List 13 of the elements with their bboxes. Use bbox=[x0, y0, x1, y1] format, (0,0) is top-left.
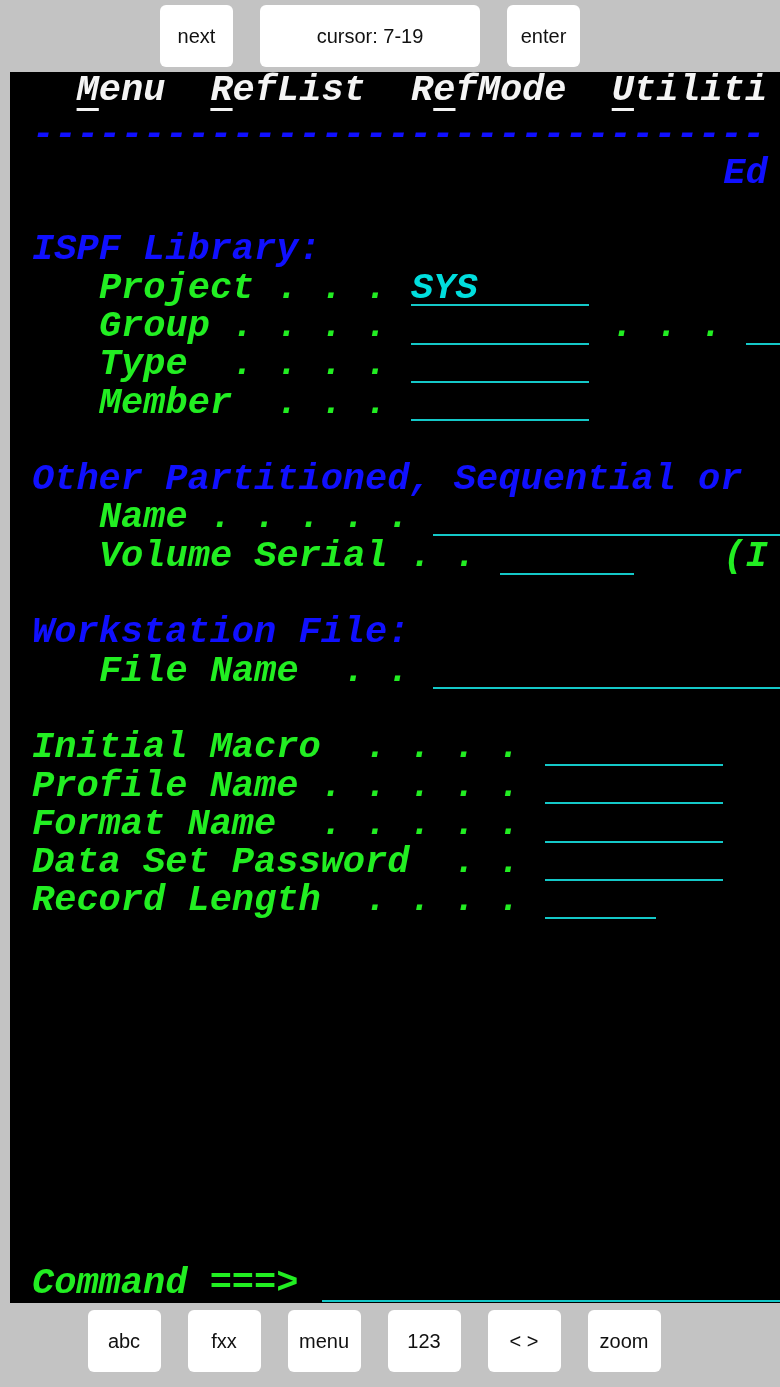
key-button[interactable]: enter bbox=[507, 5, 580, 67]
field-label: (I bbox=[723, 533, 769, 579]
cursor-position-display: cursor: 7-19 bbox=[260, 5, 480, 67]
key-button[interactable]: fxx bbox=[187, 1310, 261, 1372]
key-button[interactable]: next bbox=[160, 5, 233, 67]
key-button[interactable]: zoom bbox=[587, 1310, 661, 1372]
input-field[interactable]: SYS bbox=[411, 268, 590, 307]
key-button[interactable]: menu bbox=[287, 1310, 361, 1372]
field-label: Command ===> bbox=[32, 1261, 300, 1307]
key-button[interactable]: abc bbox=[87, 1310, 161, 1372]
field-label: . . . bbox=[611, 303, 724, 349]
key-button[interactable]: < > bbox=[487, 1310, 561, 1372]
key-button[interactable]: 123 bbox=[387, 1310, 461, 1372]
